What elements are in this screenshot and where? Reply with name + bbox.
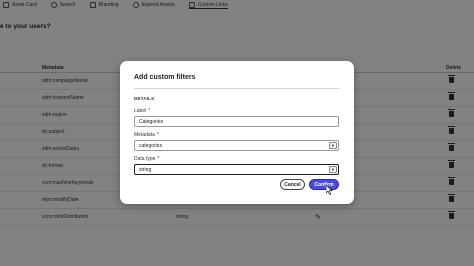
- datatype-label-text: Data type: [134, 156, 156, 162]
- required-mark: *: [156, 132, 159, 138]
- label-field-label: Label *: [134, 108, 150, 114]
- dialog-divider: [134, 88, 340, 89]
- label-input[interactable]: Categories: [134, 116, 339, 127]
- cancel-button[interactable]: Cancel: [280, 179, 305, 190]
- metadata-field-label: Metadata *: [134, 132, 159, 138]
- metadata-label-text: Metadata: [134, 132, 155, 138]
- label-input-value: Categories: [139, 119, 164, 125]
- label-text: Label: [134, 108, 147, 114]
- dialog-title: Add custom filters: [134, 74, 196, 81]
- datatype-field-label: Data type *: [134, 156, 159, 162]
- details-section-heading: DETAILS: [134, 96, 155, 101]
- required-mark: *: [148, 108, 151, 114]
- add-custom-filters-dialog: Add custom filters DETAILS Label * Catego…: [120, 61, 354, 204]
- confirm-button[interactable]: Confirm: [309, 179, 339, 190]
- datatype-select-value: string: [139, 167, 152, 173]
- chevron-down-icon[interactable]: ▼: [329, 142, 337, 149]
- datatype-select[interactable]: string ▼: [134, 164, 339, 175]
- chevron-down-icon[interactable]: ▼: [329, 166, 337, 173]
- metadata-select[interactable]: categories ▼: [134, 140, 339, 151]
- metadata-select-value: categories: [139, 143, 163, 149]
- required-mark: *: [157, 156, 160, 162]
